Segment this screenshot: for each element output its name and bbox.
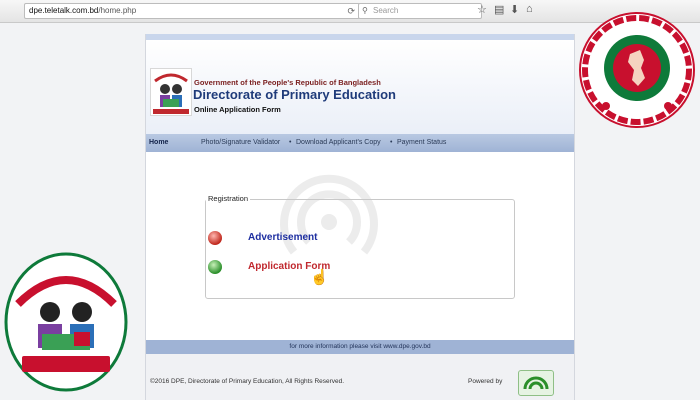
page-title: Directorate of Primary Education xyxy=(193,87,396,102)
copyright-text: ©2016 DPE, Directorate of Primary Educat… xyxy=(150,378,345,385)
top-nav: Home Photo/Signature Validator • Downloa… xyxy=(146,134,574,152)
powered-by-text: Powered by xyxy=(468,378,503,385)
nav-separator: • xyxy=(289,139,292,146)
page-footer: ©2016 DPE, Directorate of Primary Educat… xyxy=(146,354,574,400)
nav-separator: • xyxy=(390,139,393,146)
dpe-logo-small xyxy=(150,68,192,116)
registration-label: Registration xyxy=(206,194,251,203)
nav-home[interactable]: Home xyxy=(149,134,168,152)
search-icon: ⚲ xyxy=(362,6,368,15)
address-bar[interactable]: dpe.teletalk.com.bd/home.php ⟳ xyxy=(24,3,360,19)
hand-cursor-icon: ☝ xyxy=(310,269,329,286)
teletalk-logo xyxy=(518,370,554,396)
advertisement-link[interactable]: Advertisement xyxy=(208,231,318,245)
web-page: Government of the People's Republic of B… xyxy=(145,34,575,400)
bookmark-icon[interactable]: ▤ xyxy=(494,3,504,16)
download-icon[interactable]: ⬇ xyxy=(510,3,519,16)
advertisement-icon xyxy=(208,231,222,245)
government-line: Government of the People's Republic of B… xyxy=(194,78,381,87)
search-placeholder: Search xyxy=(373,6,399,15)
info-bar: for more information please visit www.dp… xyxy=(146,340,574,354)
home-icon[interactable]: ⌂ xyxy=(526,3,533,15)
nav-download-applicant-copy[interactable]: Download Applicant's Copy xyxy=(296,134,381,152)
application-form-icon xyxy=(208,260,222,274)
page-header: Government of the People's Republic of B… xyxy=(146,34,574,140)
page-subtitle: Online Application Form xyxy=(194,105,281,114)
nav-photo-signature-validator[interactable]: Photo/Signature Validator xyxy=(201,134,280,152)
reload-icon[interactable]: ⟳ xyxy=(347,4,355,18)
advertisement-label: Advertisement xyxy=(248,232,318,243)
dpe-logo-large xyxy=(4,252,128,392)
government-seal-icon xyxy=(579,12,695,128)
registration-box: Registration Advertisement Application F… xyxy=(205,194,515,299)
nav-payment-status[interactable]: Payment Status xyxy=(397,134,446,152)
main-content: Registration Advertisement Application F… xyxy=(146,152,574,340)
star-icon[interactable]: ☆ xyxy=(477,3,487,16)
url-host: dpe.teletalk.com.bd xyxy=(29,6,99,15)
search-input[interactable]: ⚲ Search xyxy=(358,3,482,19)
url-path: /home.php xyxy=(98,6,137,15)
